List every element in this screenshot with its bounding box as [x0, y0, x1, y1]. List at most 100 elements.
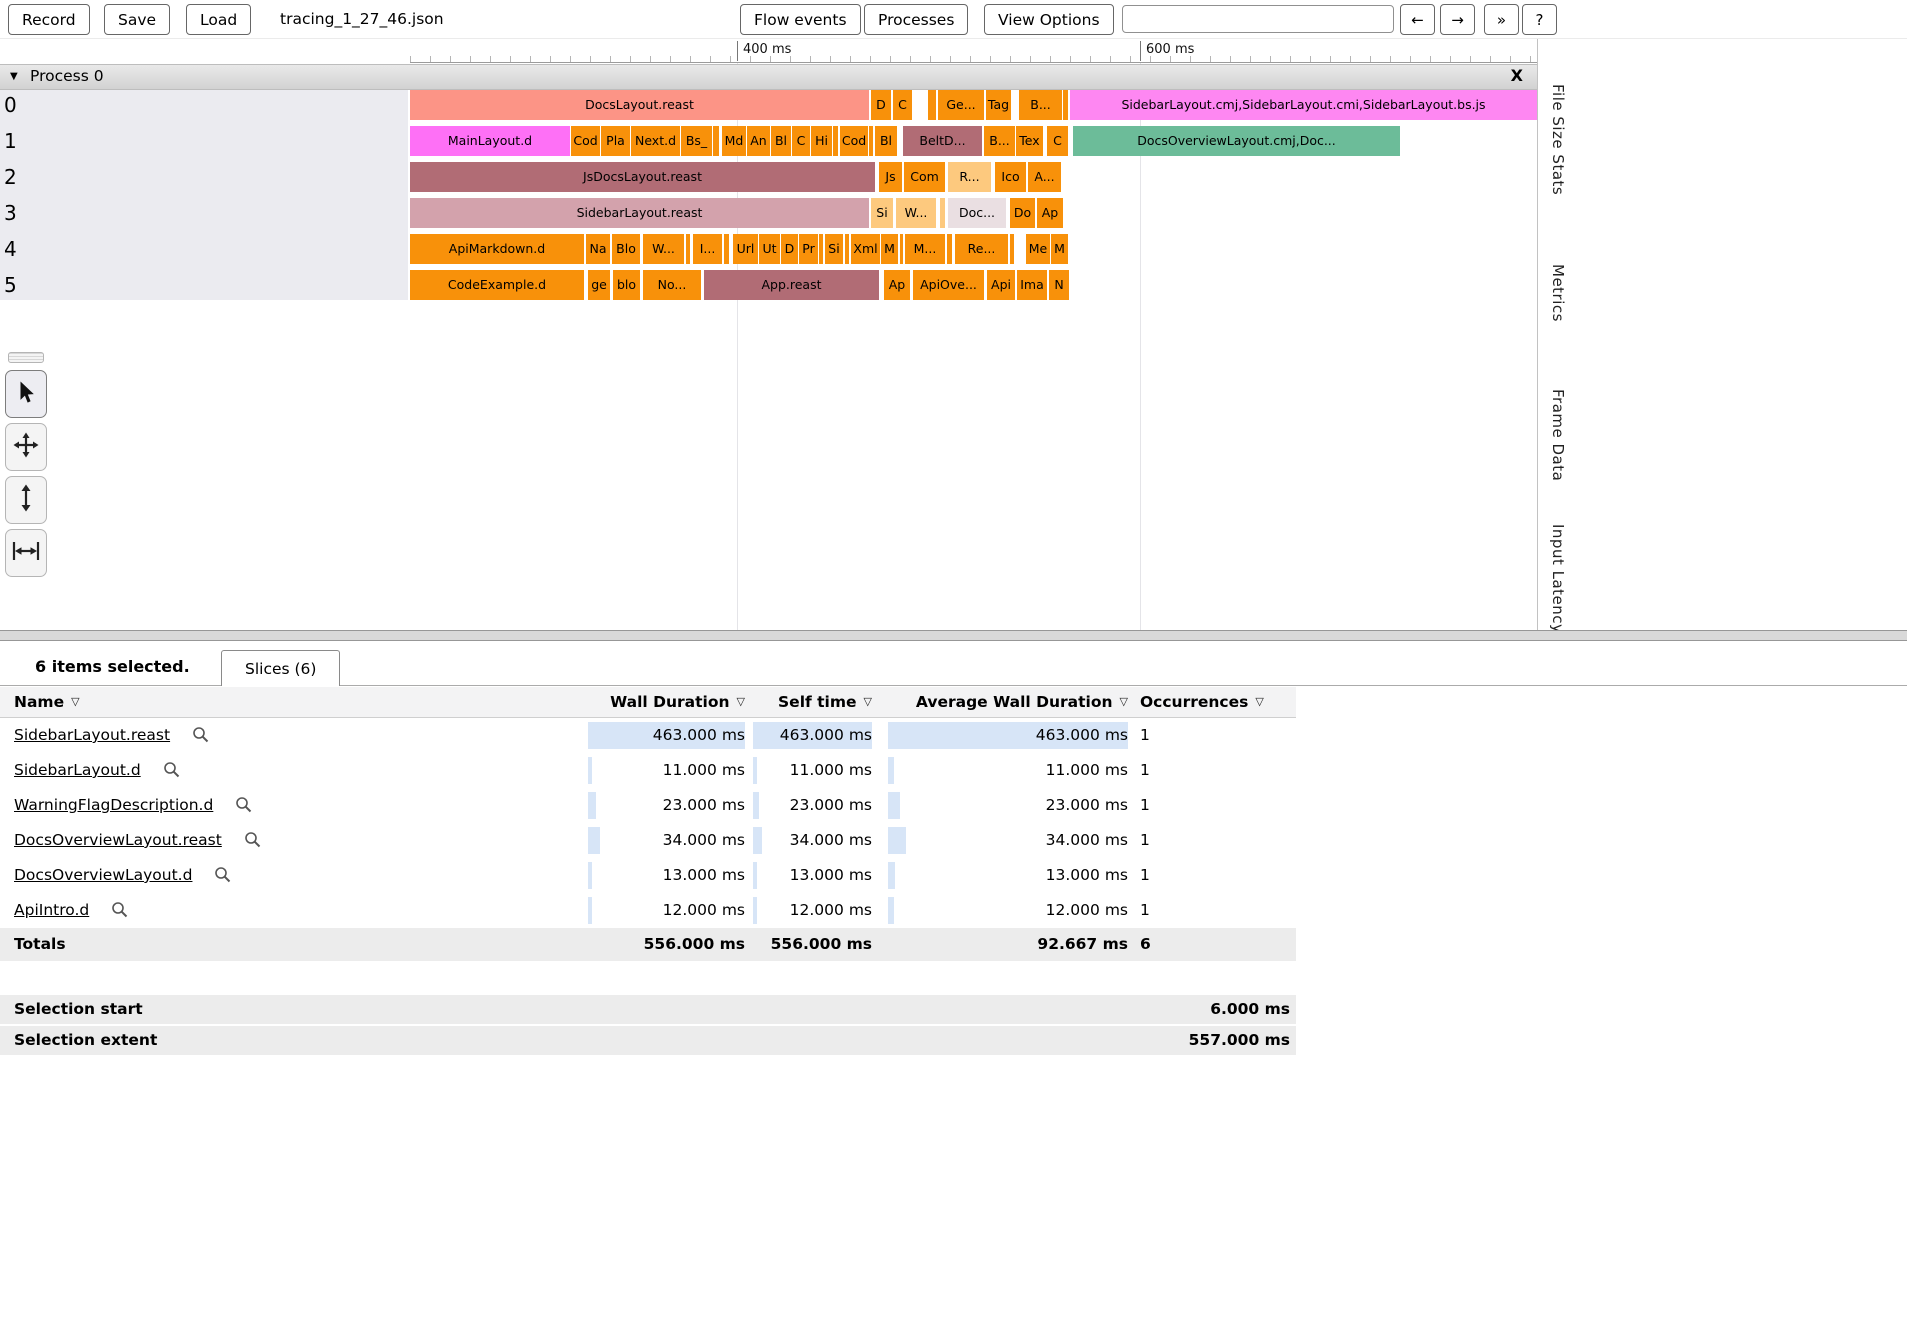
column-header-average-wall-duration[interactable]: Average Wall Duration▽: [888, 687, 1128, 717]
flame-slice[interactable]: [940, 198, 945, 228]
column-header-name[interactable]: Name▽: [14, 687, 80, 717]
flame-slice[interactable]: Url: [733, 234, 758, 264]
save-button[interactable]: Save: [104, 4, 170, 35]
pan-tool-button[interactable]: [5, 423, 47, 471]
record-button[interactable]: Record: [8, 4, 90, 35]
flame-slice[interactable]: App.reast: [704, 270, 879, 300]
sort-icon[interactable]: ▽: [864, 695, 872, 708]
load-button[interactable]: Load: [186, 4, 251, 35]
flame-slice[interactable]: [1063, 90, 1068, 120]
slice-name-link[interactable]: ApiIntro.d: [14, 901, 89, 919]
sort-icon[interactable]: ▽: [737, 695, 745, 708]
magnifier-icon[interactable]: [111, 896, 128, 931]
flame-slice[interactable]: CodeExample.d: [410, 270, 584, 300]
flame-slice[interactable]: [819, 234, 823, 264]
flame-slice[interactable]: Ge...: [938, 90, 984, 120]
flame-slice[interactable]: DocsOverviewLayout.cmj,Doc...: [1073, 126, 1400, 156]
tab-input-latency[interactable]: Input Latency: [1541, 524, 1567, 630]
search-input[interactable]: [1122, 5, 1394, 33]
view-options-button[interactable]: View Options: [984, 4, 1114, 35]
flame-slice[interactable]: C: [1047, 126, 1068, 156]
flame-slice[interactable]: Blo: [612, 234, 640, 264]
flame-slice[interactable]: Ap: [1037, 198, 1063, 228]
flame-slice[interactable]: Hi: [811, 126, 832, 156]
flame-slice[interactable]: [900, 234, 903, 264]
flame-slice[interactable]: Si: [825, 234, 843, 264]
palette-drag-handle[interactable]: [8, 352, 44, 363]
flame-slice[interactable]: Si: [871, 198, 893, 228]
flame-slice[interactable]: Do: [1010, 198, 1035, 228]
column-header-wall-duration[interactable]: Wall Duration▽: [588, 687, 745, 717]
flame-slice[interactable]: Cod: [840, 126, 868, 156]
flame-slice[interactable]: C: [792, 126, 810, 156]
flame-slice[interactable]: Ap: [884, 270, 910, 300]
flame-slice[interactable]: M: [1051, 234, 1068, 264]
flame-slice[interactable]: M: [881, 234, 898, 264]
collapse-arrow-icon[interactable]: ▼: [10, 71, 18, 82]
flame-slice[interactable]: blo: [613, 270, 640, 300]
flow-events-button[interactable]: Flow events: [740, 4, 861, 35]
flame-slice[interactable]: Xml: [851, 234, 880, 264]
zoom-tool-button[interactable]: [5, 476, 47, 524]
flame-slice[interactable]: [686, 234, 690, 264]
sort-icon[interactable]: ▽: [1120, 695, 1128, 708]
flame-slice[interactable]: B...: [1019, 90, 1062, 120]
sort-icon[interactable]: ▽: [71, 695, 79, 708]
flame-slice[interactable]: SidebarLayout.reast: [410, 198, 869, 228]
nav-back-button[interactable]: ←: [1400, 4, 1435, 35]
sort-icon[interactable]: ▽: [1255, 695, 1263, 708]
slice-name-link[interactable]: DocsOverviewLayout.reast: [14, 831, 222, 849]
flame-slice[interactable]: Js: [879, 162, 902, 192]
flame-slice[interactable]: Na: [586, 234, 610, 264]
selection-tool-button[interactable]: [5, 370, 47, 418]
flame-slice[interactable]: A...: [1028, 162, 1061, 192]
flame-slice[interactable]: ApiOve...: [913, 270, 984, 300]
flame-slice[interactable]: BeltD...: [903, 126, 982, 156]
column-header-occurrences[interactable]: Occurrences▽: [1140, 687, 1290, 717]
slice-name-link[interactable]: DocsOverviewLayout.d: [14, 866, 192, 884]
tab-slices[interactable]: Slices (6): [221, 650, 340, 686]
flame-slice[interactable]: [1010, 234, 1014, 264]
flame-slice[interactable]: Tex: [1016, 126, 1043, 156]
tab-file-size-stats[interactable]: File Size Stats: [1541, 84, 1567, 195]
flame-slice[interactable]: Bl: [875, 126, 897, 156]
flame-slice[interactable]: B...: [984, 126, 1015, 156]
flame-slice[interactable]: I...: [693, 234, 722, 264]
help-button[interactable]: ?: [1522, 4, 1557, 35]
flame-slice[interactable]: Tag: [986, 90, 1011, 120]
flame-slice[interactable]: [947, 234, 952, 264]
flame-slice[interactable]: [724, 234, 729, 264]
column-header-self-time[interactable]: Self time▽: [753, 687, 872, 717]
flame-slice[interactable]: [869, 126, 873, 156]
slice-name-link[interactable]: SidebarLayout.d: [14, 761, 141, 779]
flame-slice[interactable]: Ut: [759, 234, 780, 264]
flame-slice[interactable]: Ima: [1017, 270, 1047, 300]
flame-slice[interactable]: JsDocsLayout.reast: [410, 162, 875, 192]
tab-metrics[interactable]: Metrics: [1541, 264, 1567, 322]
flame-slice[interactable]: W...: [896, 198, 936, 228]
magnifier-icon[interactable]: [244, 826, 261, 861]
flame-slice[interactable]: Re...: [955, 234, 1008, 264]
flame-slice[interactable]: Me: [1026, 234, 1050, 264]
flame-slice[interactable]: Pr: [799, 234, 818, 264]
tab-frame-data[interactable]: Frame Data: [1541, 389, 1567, 481]
flame-slice[interactable]: MainLayout.d: [410, 126, 570, 156]
flame-slice[interactable]: An: [747, 126, 770, 156]
flame-slice[interactable]: Cod: [571, 126, 600, 156]
magnifier-icon[interactable]: [214, 861, 231, 896]
magnifier-icon[interactable]: [235, 791, 252, 826]
flame-slice[interactable]: W...: [643, 234, 684, 264]
magnifier-icon[interactable]: [192, 721, 209, 756]
flame-slice[interactable]: D: [871, 90, 891, 120]
flame-slice[interactable]: Bs_: [681, 126, 712, 156]
timeline-ruler[interactable]: 400 ms 600 ms: [410, 39, 1537, 63]
flame-slice[interactable]: C: [893, 90, 912, 120]
flame-slice[interactable]: M...: [905, 234, 945, 264]
flame-slice[interactable]: D: [781, 234, 798, 264]
flame-slice[interactable]: Next.d: [631, 126, 680, 156]
panel-splitter[interactable]: [0, 630, 1907, 641]
overflow-menu-button[interactable]: »: [1484, 4, 1519, 35]
flame-slice[interactable]: Com: [904, 162, 945, 192]
flame-slice[interactable]: [928, 90, 936, 120]
flame-slice[interactable]: Bl: [771, 126, 791, 156]
